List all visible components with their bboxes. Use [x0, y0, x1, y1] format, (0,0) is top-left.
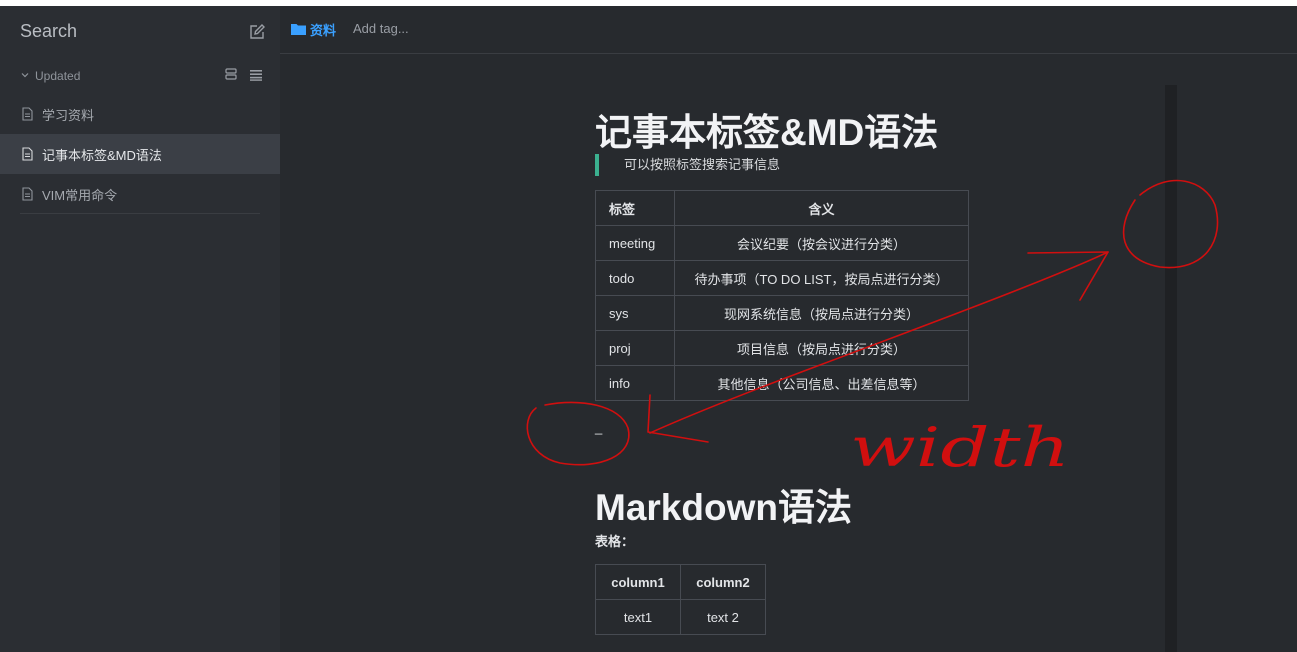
- table-cell: 其他信息（公司信息、出差信息等）: [674, 365, 969, 401]
- card-view-icon[interactable]: [225, 68, 237, 80]
- table-cell: sys: [595, 295, 675, 331]
- document-title: 记事本标签&MD语法: [595, 112, 939, 153]
- section-heading: Markdown语法: [595, 487, 852, 528]
- folder-icon[interactable]: [291, 23, 306, 35]
- sort-row: Updated: [0, 58, 280, 94]
- table-cell: proj: [595, 330, 675, 366]
- add-tag-input[interactable]: Add tag...: [353, 21, 409, 36]
- sidebar: Search Updated 学习资料 记事本标签&MD语法 VIM常用命令: [0, 6, 280, 652]
- table-cell: 待办事项（TO DO LIST，按局点进行分类）: [674, 260, 969, 296]
- note-title: 学习资料: [42, 108, 95, 123]
- chevron-down-icon[interactable]: [20, 70, 30, 80]
- scrollbar[interactable]: [1165, 85, 1177, 652]
- document-icon: [22, 187, 33, 201]
- list-view-icon[interactable]: [249, 69, 263, 81]
- table-cell: text1: [595, 599, 681, 635]
- table-row: proj 项目信息（按局点进行分类）: [595, 330, 969, 366]
- note-list-item[interactable]: 学习资料: [0, 94, 280, 134]
- note-list-item[interactable]: VIM常用命令: [0, 174, 280, 214]
- table-cell: meeting: [595, 225, 675, 261]
- table-header-cell: column2: [680, 564, 766, 600]
- table-cell: info: [595, 365, 675, 401]
- table-row: info 其他信息（公司信息、出差信息等）: [595, 365, 969, 401]
- note-title: 记事本标签&MD语法: [42, 148, 162, 163]
- table-cell: 会议纪要（按会议进行分类）: [674, 225, 969, 261]
- note-list-item-active[interactable]: 记事本标签&MD语法: [0, 134, 280, 174]
- table-row: sys 现网系统信息（按局点进行分类）: [595, 295, 969, 331]
- text-cursor: _: [595, 420, 603, 435]
- table-cell: text 2: [680, 599, 766, 635]
- divider: [20, 213, 260, 214]
- note-title: VIM常用命令: [42, 188, 118, 203]
- note-list: 学习资料 记事本标签&MD语法 VIM常用命令: [0, 94, 280, 214]
- new-note-icon[interactable]: [248, 23, 266, 41]
- search-bar[interactable]: Search: [0, 6, 280, 58]
- table-row: text1 text 2: [595, 599, 766, 635]
- tags-table: 标签 含义 meeting 会议纪要（按会议进行分类） todo 待办事项（TO…: [595, 190, 969, 401]
- paragraph: 表格：: [595, 534, 635, 549]
- example-table: column1 column2 text1 text 2: [595, 564, 766, 635]
- table-cell: todo: [595, 260, 675, 296]
- search-input[interactable]: Search: [20, 21, 77, 42]
- table-header-cell: column1: [595, 564, 681, 600]
- table-header-row: 标签 含义: [595, 190, 969, 226]
- table-row: meeting 会议纪要（按会议进行分类）: [595, 225, 969, 261]
- note-header: 资料 Add tag...: [280, 6, 1297, 54]
- document-icon: [22, 107, 33, 121]
- document-icon: [22, 147, 33, 161]
- table-header-cell: 标签: [595, 190, 675, 226]
- sort-dropdown[interactable]: Updated: [35, 69, 80, 83]
- editor-pane[interactable]: 记事本标签&MD语法 可以按照标签搜索记事信息 标签 含义 meeting 会议…: [280, 55, 1297, 652]
- table-header-cell: 含义: [674, 190, 969, 226]
- table-cell: 现网系统信息（按局点进行分类）: [674, 295, 969, 331]
- table-header-row: column1 column2: [595, 564, 766, 600]
- folder-name[interactable]: 资料: [310, 20, 336, 39]
- table-cell: 项目信息（按局点进行分类）: [674, 330, 969, 366]
- table-row: todo 待办事项（TO DO LIST，按局点进行分类）: [595, 260, 969, 296]
- blockquote: 可以按照标签搜索记事信息: [595, 154, 780, 176]
